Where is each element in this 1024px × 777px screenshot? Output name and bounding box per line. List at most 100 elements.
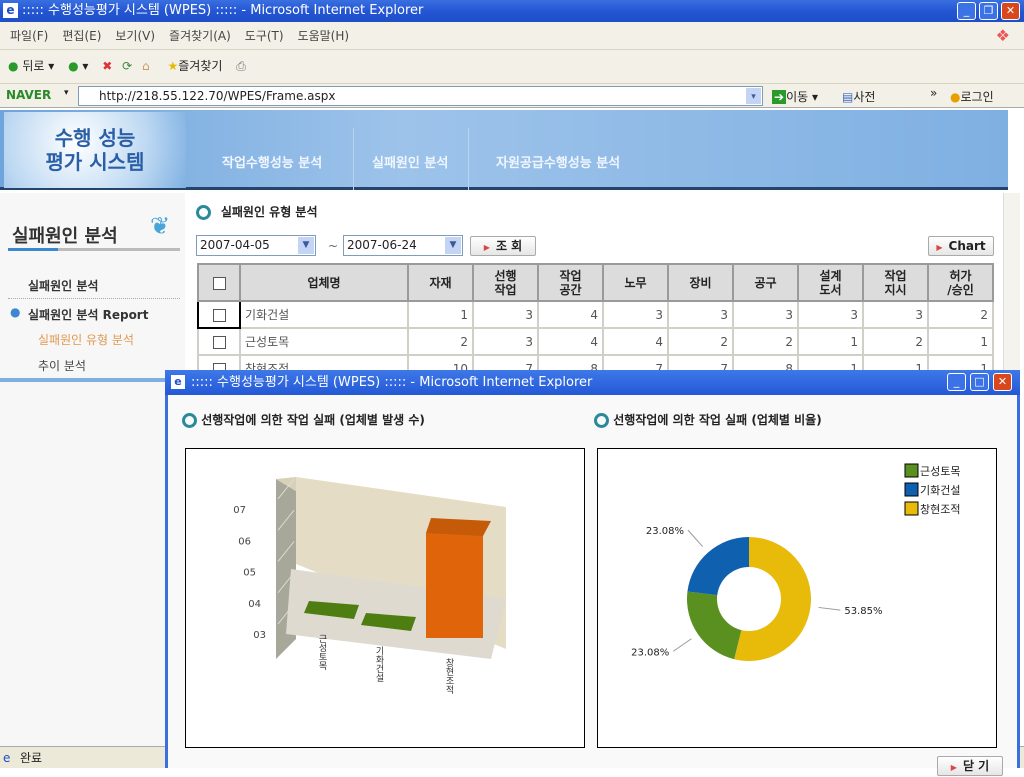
row-checkbox-cell[interactable] [197,354,241,370]
star-icon: ★ [167,59,179,73]
search-button[interactable]: ▶ 조 회 [470,236,536,256]
restore-button[interactable]: ❐ [979,2,998,20]
slice-label: 53.85% [844,606,882,617]
cell-value: 3 [472,300,539,329]
url-input[interactable]: http://218.55.122.70/WPES/Frame.aspx ▾ [78,86,763,106]
cell-value: 3 [797,300,864,329]
x-tick-label: 기화건설 [374,646,384,682]
select-all-checkbox-cell[interactable] [197,263,241,302]
popup-minimize-button[interactable]: _ [947,373,966,391]
column-header: 선행 작업 [472,263,539,302]
slice-label: 23.08% [646,526,684,537]
go-button[interactable]: ➔ 이동 ▾ [772,88,818,105]
dictionary-button[interactable]: ▤사전 [842,88,875,105]
x-tick-label: 근성토목 [317,634,327,671]
sprout-icon: ❦ [150,212,171,240]
popup-body: 선행작업에 의한 작업 실패 (업체별 발생 수) 선행작업에 의한 작업 실패… [168,395,1017,776]
print-icon[interactable]: ⎙ [236,59,246,73]
sidebar-item-trend[interactable]: 추이 분석 [38,357,86,374]
result-table-wrap: 업체명 자재 선행 작업 작업 공간 노무 장비 공구 설계 도서 작업 지시 허가 /승인 기화건… [195,261,995,370]
cell-value: 4 [602,327,669,356]
chevron-down-icon: ▼ [445,237,461,254]
address-bar: NAVER ▾ http://218.55.122.70/WPES/Frame.… [0,84,1024,108]
legend-swatch [904,501,919,516]
close-popup-button[interactable]: ▶ 닫 기 [937,756,1003,776]
legend-swatch [904,463,919,478]
refresh-icon[interactable]: ⟳ [122,59,132,73]
table-row[interactable]: 기화건설 1 3 4 3 3 3 3 3 2 [197,300,994,329]
company-name: 근성토목 [239,327,409,356]
close-button[interactable]: ✕ [1001,2,1020,20]
forward-icon: ● [68,59,79,73]
row-checkbox[interactable] [212,308,226,322]
url-dropdown[interactable]: ▾ [746,88,761,104]
naver-logo: NAVER [6,88,52,102]
select-all-checkbox[interactable] [212,276,226,290]
sidebar [0,193,185,746]
cell-value: 7 [667,354,734,370]
table-row[interactable]: 근성토목 2 3 4 4 2 2 1 2 1 [197,327,994,356]
home-icon[interactable]: ⌂ [142,59,150,73]
bar-chart: 03 04 05 06 07 근성토목 기화건설 창현조적 [233,477,506,695]
sidebar-item-report[interactable]: 실패원인 분석 Report [28,306,148,323]
table-row[interactable]: 창현조적 10 7 8 7 7 8 1 1 1 [197,354,994,370]
nav-resource-supply[interactable]: 자원공급수행성능 분석 [496,152,620,171]
popup-maximize-button[interactable]: □ [970,373,989,391]
site-logo[interactable]: 수행 성능 평가 시스템 [4,112,186,188]
column-header: 작업 공간 [537,263,604,302]
slice-label: 23.08% [631,647,669,658]
menu-item[interactable]: 도움말(H) [298,29,350,43]
cell-value: 2 [732,327,799,356]
back-button[interactable]: ● 뒤로 ▾ [8,59,54,73]
minimize-button[interactable]: _ [957,2,976,20]
menu-item[interactable]: 파일(F) [10,29,48,43]
row-checkbox[interactable] [212,362,226,370]
left-chart-title: 선행작업에 의한 작업 실패 (업체별 발생 수) [182,411,425,428]
nav-work-performance[interactable]: 작업수행성능 분석 [222,152,322,171]
date-to-select[interactable]: 2007-06-24 ▼ [343,235,463,256]
popup-title-bar: e::::: 수행성능평가 시스템 (WPES) ::::: - Microso… [165,370,1020,395]
cell-value: 2 [407,327,474,356]
row-checkbox-cell[interactable] [197,327,241,356]
donut-slice [687,537,749,596]
row-checkbox[interactable] [212,335,226,349]
cell-value: 1 [407,300,474,329]
ie-icon: e [3,751,11,765]
chart-button[interactable]: ▶ Chart [928,236,994,256]
date-separator: ~ [328,239,339,253]
menu-bar: 파일(F) 편집(E) 보기(V) 즐겨찾기(A) 도구(T) 도움말(H) ❖ [0,22,1024,50]
y-tick-label: 03 [253,630,266,641]
naver-dropdown[interactable]: ▾ [64,88,69,98]
sidebar-item-type-analysis[interactable]: 실패원인 유형 분석 [38,331,134,348]
sidebar-title: 실패원인 분석 [12,226,118,247]
donut-chart: 53.85% 23.08% 23.08% 근성토목기화건설창현조적 [631,463,960,661]
cell-value: 3 [862,300,929,329]
cell-value: 7 [472,354,539,370]
date-from-select[interactable]: 2007-04-05 ▼ [196,235,316,256]
ie-icon: e [3,3,18,18]
table-header-row: 업체명 자재 선행 작업 작업 공간 노무 장비 공구 설계 도서 작업 지시 허가 /승인 [197,263,994,302]
y-tick-label: 07 [233,505,246,516]
stop-icon[interactable]: ✖ [102,59,112,73]
popup-close-button[interactable]: ✕ [993,373,1012,391]
label-leader [687,529,703,547]
status-text: 완료 [20,751,43,765]
row-checkbox-cell[interactable] [197,300,241,329]
sidebar-item-failure-analysis[interactable]: 실패원인 분석 [28,277,98,294]
y-tick-label: 05 [243,568,256,579]
cell-value: 3 [732,300,799,329]
menu-item[interactable]: 도구(T) [245,29,284,43]
more-chevron[interactable]: » [930,86,937,100]
favorites-button[interactable]: ★즐겨찾기 [167,59,222,73]
menu-item[interactable]: 보기(V) [115,29,155,43]
forward-button[interactable]: ● ▾ [68,59,88,73]
nav-failure-cause[interactable]: 실패원인 분석 [372,152,448,171]
ring-icon [182,413,197,428]
menu-item[interactable]: 즐겨찾기(A) [169,29,231,43]
menu-item[interactable]: 편집(E) [62,29,101,43]
cell-value: 4 [537,327,604,356]
cell-value: 10 [407,354,474,370]
legend-label: 근성토목 [920,465,960,478]
company-name: 창현조적 [239,354,409,370]
login-button[interactable]: ●로그인 [950,88,994,105]
